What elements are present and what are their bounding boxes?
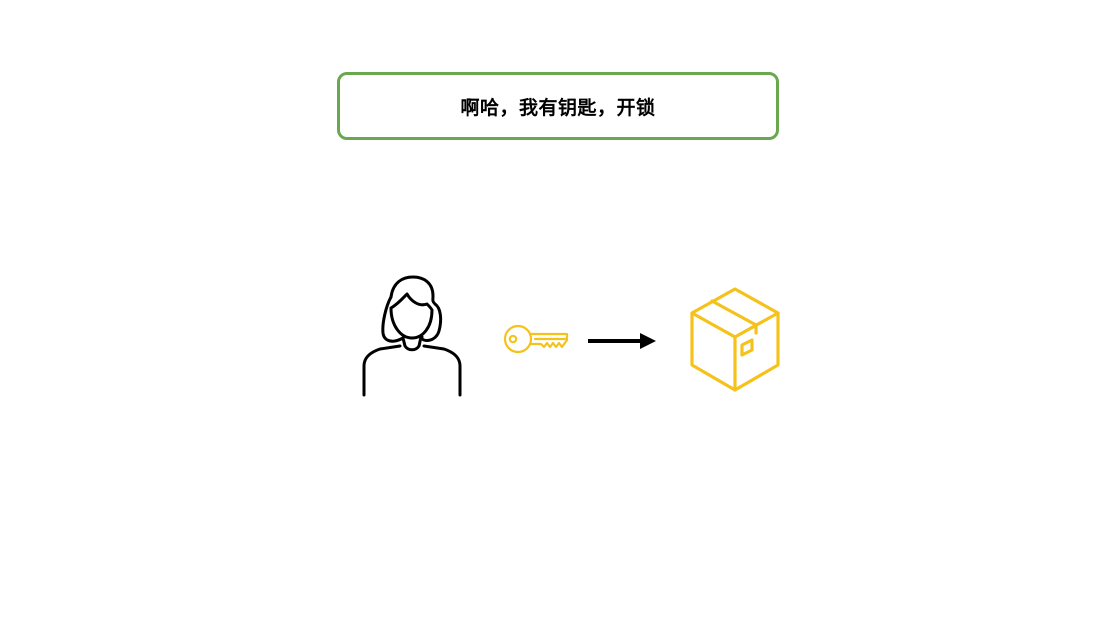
speech-text: 啊哈，我有钥匙，开锁 [460, 96, 656, 119]
speech-box: 啊哈，我有钥匙，开锁 [337, 72, 779, 140]
package-box-icon [690, 287, 780, 392]
right-arrow-icon [588, 333, 656, 349]
key-icon [503, 324, 569, 354]
woman-person-icon [362, 275, 462, 397]
